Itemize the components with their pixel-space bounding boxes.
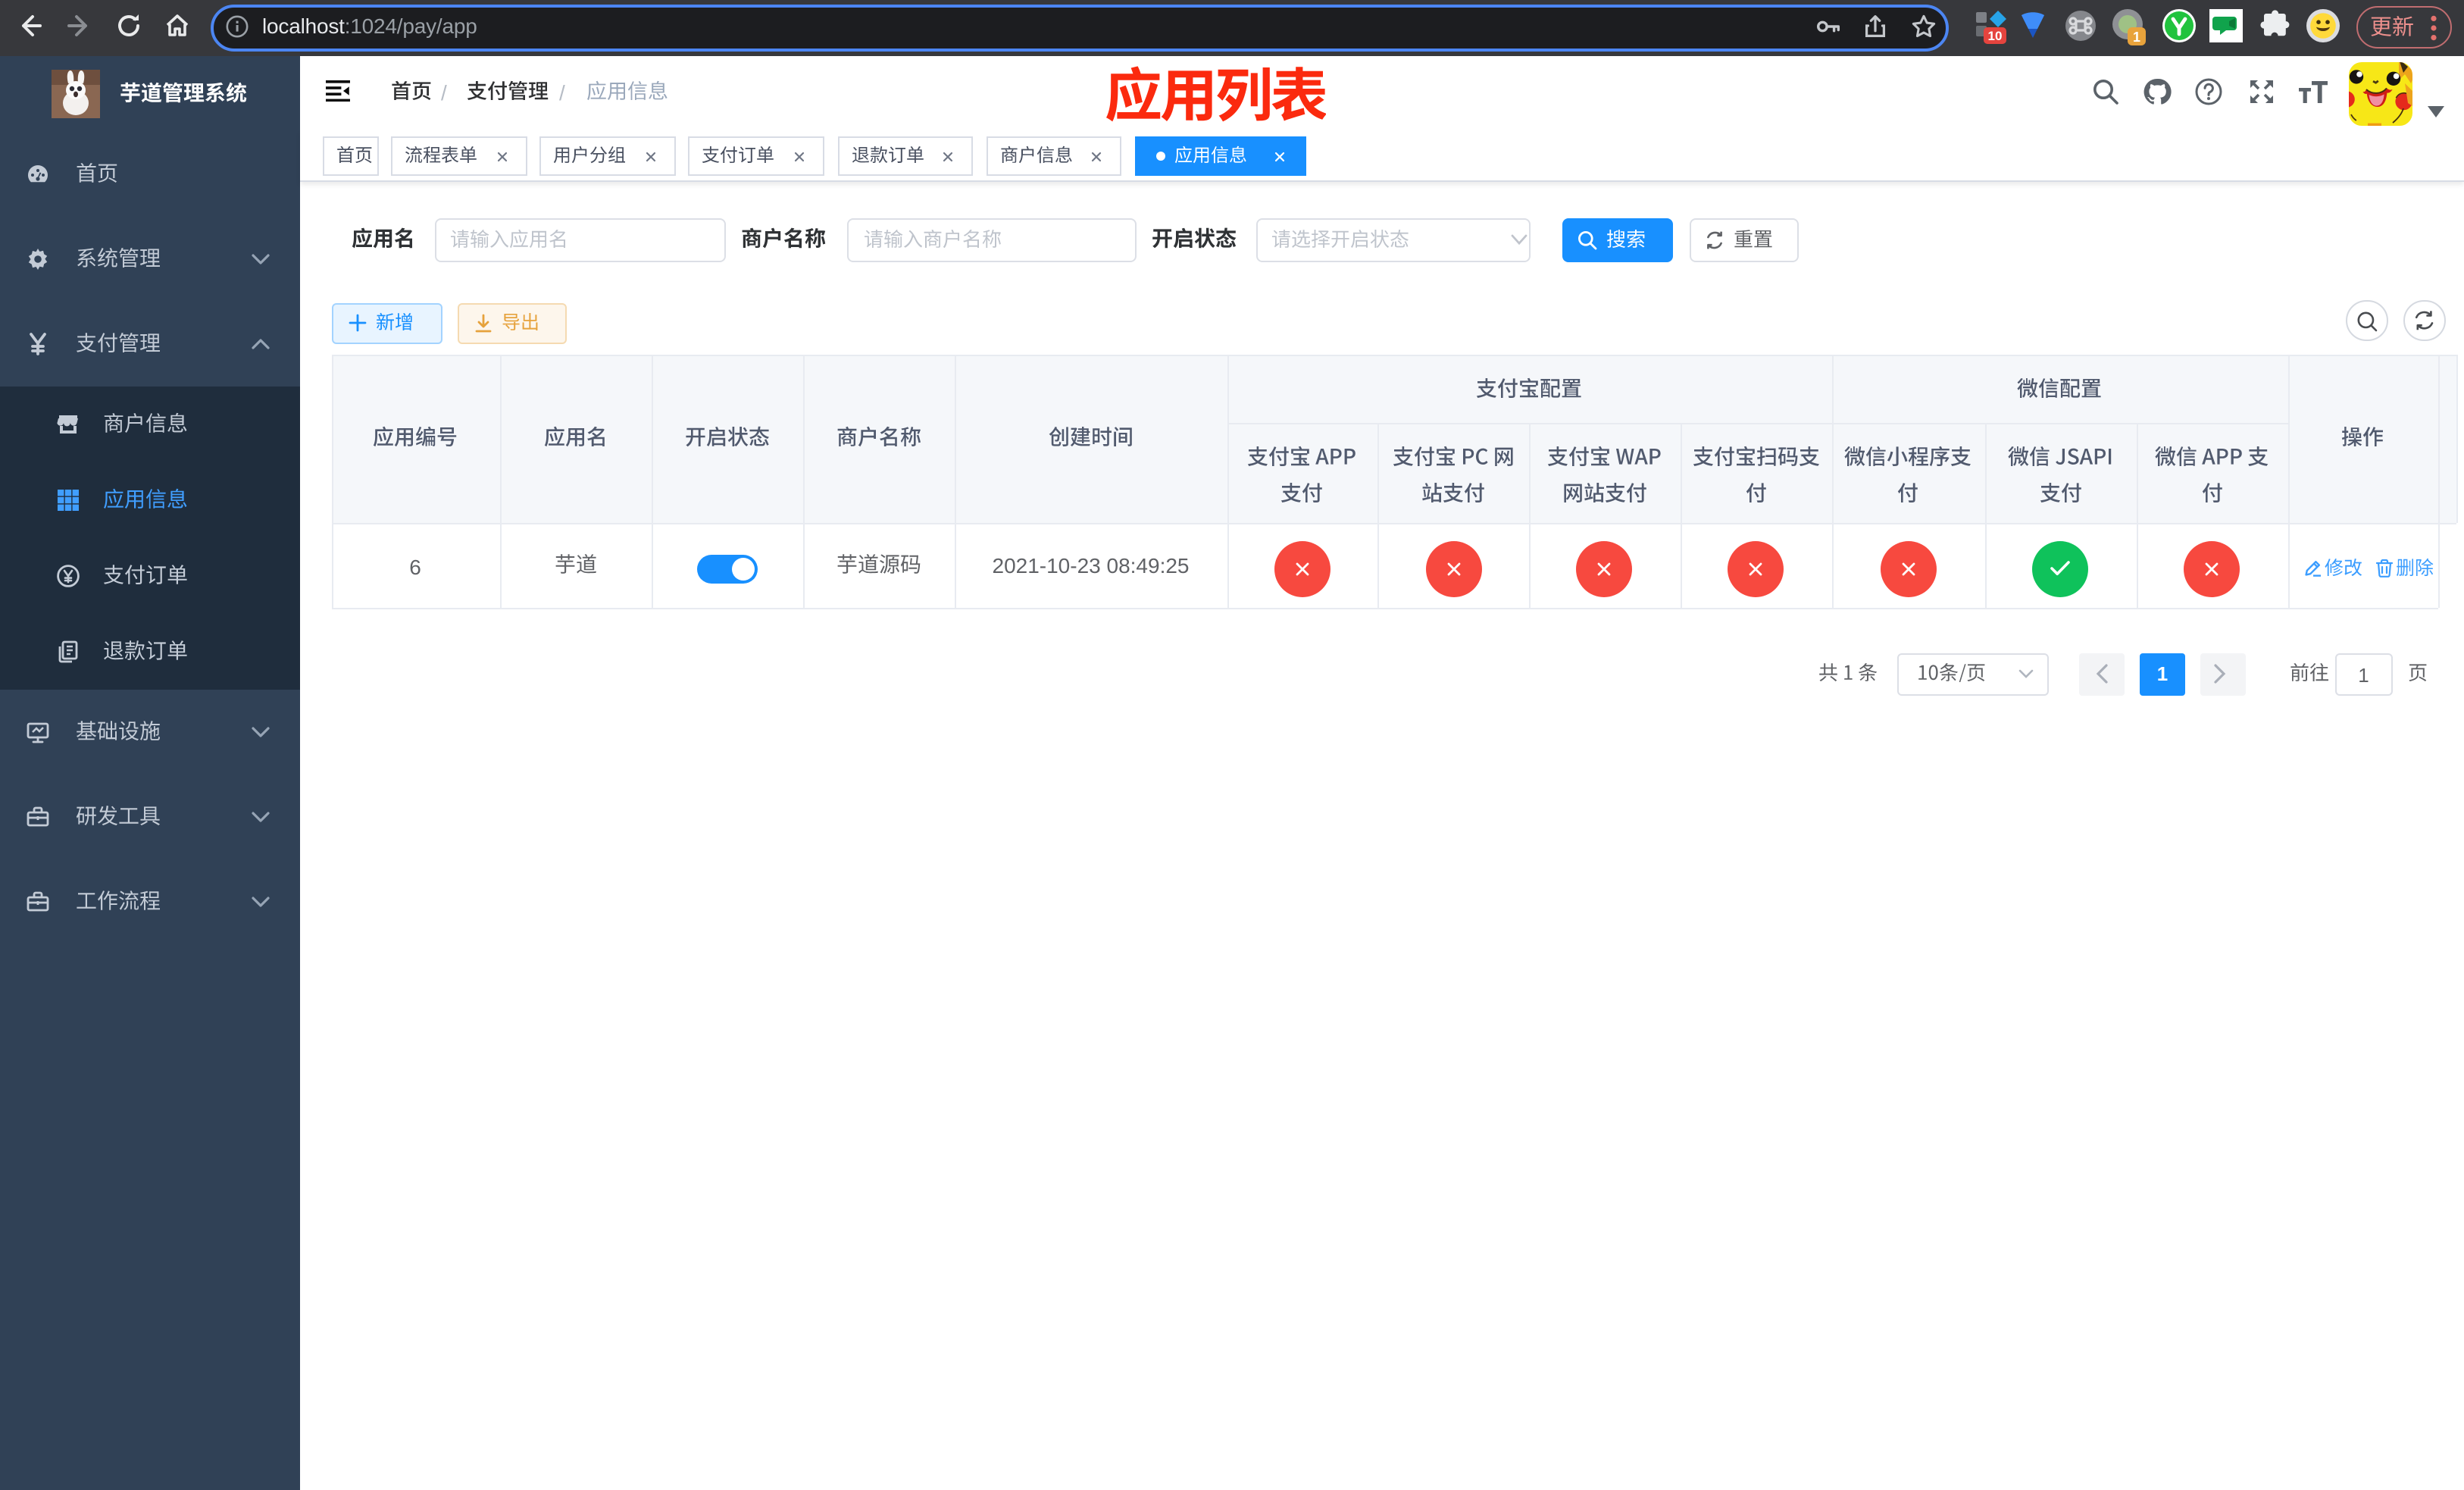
svg-text:1: 1 (2133, 30, 2140, 45)
svg-text:10: 10 (1988, 29, 2003, 43)
